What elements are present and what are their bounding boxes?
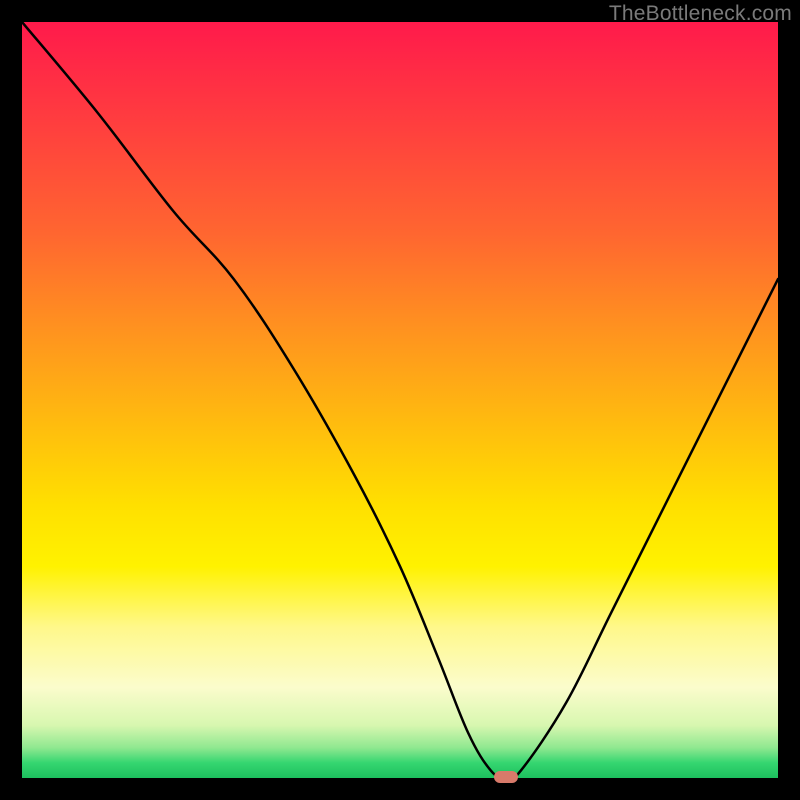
optimal-marker (494, 771, 518, 783)
watermark-text: TheBottleneck.com (609, 2, 792, 26)
plot-gradient-background (22, 22, 778, 778)
chart-container: TheBottleneck.com (0, 0, 800, 800)
